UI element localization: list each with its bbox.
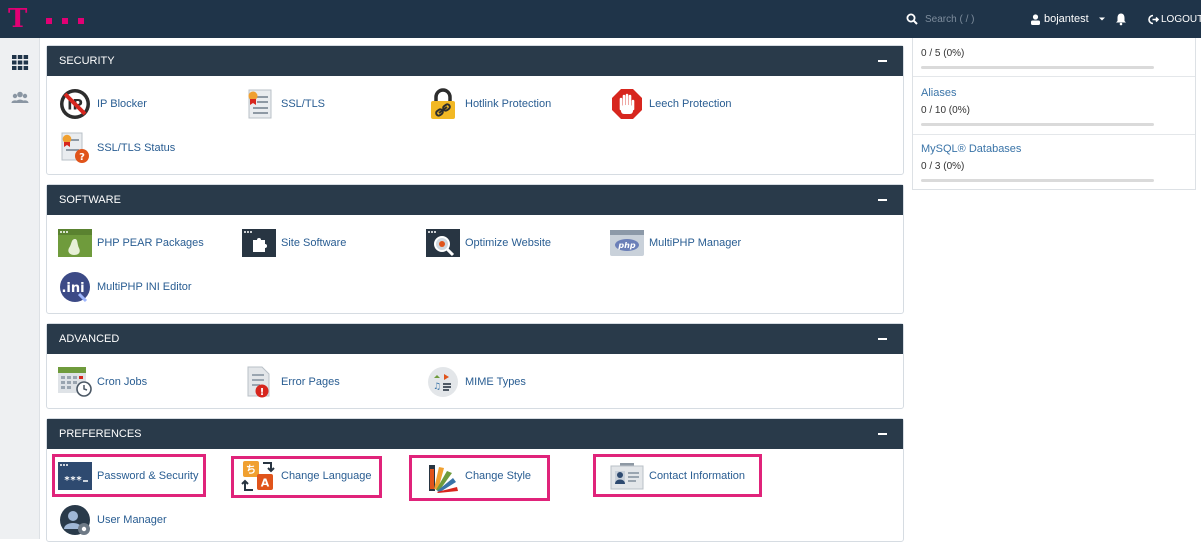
logo-dot xyxy=(62,18,68,24)
user-menu[interactable]: bojantest xyxy=(1030,0,1106,38)
item-label: MultiPHP Manager xyxy=(649,237,742,249)
ip-blocker-icon: IP xyxy=(55,86,95,122)
collapse-icon[interactable] xyxy=(878,199,887,201)
logout-button[interactable]: LOGOUT xyxy=(1148,0,1201,38)
group-title: SECURITY xyxy=(59,55,115,67)
certificate-status-icon: ? xyxy=(55,130,95,166)
hotlink-protection-link[interactable]: Hotlink Protection xyxy=(423,86,551,122)
ssl-tls-status-link[interactable]: ? SSL/TLS Status xyxy=(55,130,175,166)
item-label: Error Pages xyxy=(281,376,340,388)
group-header[interactable]: ADVANCED xyxy=(47,324,903,354)
svg-text:!: ! xyxy=(260,387,265,398)
svg-text:.ini: .ini xyxy=(61,281,84,296)
side-nav xyxy=(0,38,40,539)
stat-name[interactable]: MySQL® Databases xyxy=(921,143,1195,155)
divider xyxy=(913,134,1195,135)
users-icon[interactable] xyxy=(10,88,30,108)
logo-dot xyxy=(46,18,52,24)
puzzle-icon xyxy=(239,225,279,261)
certificate-icon xyxy=(239,86,279,122)
item-label: SSL/TLS xyxy=(281,98,326,110)
svg-text:php: php xyxy=(617,241,635,250)
software-group: SOFTWARE PHP PEAR Packages Site Software… xyxy=(46,184,904,314)
logo-dot xyxy=(78,18,84,24)
site-software-link[interactable]: Site Software xyxy=(239,225,346,261)
security-group: SECURITY IP IP Blocker SSL/TLS Hotlink P… xyxy=(46,45,904,175)
home-grid-icon[interactable] xyxy=(10,52,30,72)
error-page-icon: ! xyxy=(239,364,279,400)
leech-protection-link[interactable]: Leech Protection xyxy=(607,86,732,122)
highlight-box xyxy=(409,455,550,501)
divider xyxy=(913,76,1195,77)
group-title: PREFERENCES xyxy=(59,428,142,440)
optimize-website-link[interactable]: Optimize Website xyxy=(423,225,551,261)
multiphp-manager-link[interactable]: php MultiPHP Manager xyxy=(607,225,741,261)
item-label: Leech Protection xyxy=(649,98,732,110)
ini-editor-icon: .ini xyxy=(55,269,95,305)
telekom-t-icon: T xyxy=(8,4,28,34)
username-label: bojantest xyxy=(1044,13,1089,25)
stat-name[interactable]: Aliases xyxy=(921,87,1195,99)
magnifier-window-icon xyxy=(423,225,463,261)
group-title: ADVANCED xyxy=(59,333,120,345)
stat-value: 0 / 3 (0%) xyxy=(921,161,965,172)
caret-down-icon xyxy=(1098,17,1105,21)
pear-icon xyxy=(55,225,95,261)
php-pear-packages-link[interactable]: PHP PEAR Packages xyxy=(55,225,204,261)
bell-icon[interactable] xyxy=(1114,12,1128,26)
cron-jobs-link[interactable]: Cron Jobs xyxy=(55,364,147,400)
highlight-box xyxy=(593,454,762,497)
item-label: Cron Jobs xyxy=(97,376,148,388)
advanced-group: ADVANCED Cron Jobs ! Error Pages ♫ MIME … xyxy=(46,323,904,409)
logout-label: LOGOUT xyxy=(1161,13,1201,25)
calendar-clock-icon xyxy=(55,364,95,400)
item-label: IP Blocker xyxy=(97,98,147,110)
search-icon xyxy=(906,13,918,25)
stat-value: 0 / 5 (0%) xyxy=(921,48,965,59)
search-input[interactable]: Search ( / ) xyxy=(925,14,974,25)
item-label: Site Software xyxy=(281,237,347,249)
stop-hand-icon xyxy=(607,86,647,122)
highlight-box xyxy=(231,456,382,498)
user-icon xyxy=(1031,13,1040,25)
group-header[interactable]: SOFTWARE xyxy=(47,185,903,215)
item-label: Hotlink Protection xyxy=(465,98,552,110)
item-label: Optimize Website xyxy=(465,237,551,249)
group-title: SOFTWARE xyxy=(59,194,121,206)
mime-types-link[interactable]: ♫ MIME Types xyxy=(423,364,526,400)
stat-item: 0 / 5 (0%) xyxy=(913,48,1195,69)
stats-panel: 0 / 5 (0%) Aliases 0 / 10 (0%) MySQL® Da… xyxy=(912,38,1196,190)
group-header[interactable]: SECURITY xyxy=(47,46,903,76)
ip-blocker-link[interactable]: IP IP Blocker xyxy=(55,86,147,122)
highlight-box xyxy=(52,454,206,497)
padlock-link-icon xyxy=(423,86,463,122)
user-manager-icon xyxy=(55,502,95,538)
svg-text:♫: ♫ xyxy=(433,382,441,392)
item-label: MIME Types xyxy=(465,376,526,388)
ssl-tls-link[interactable]: SSL/TLS xyxy=(239,86,325,122)
svg-text:?: ? xyxy=(79,152,85,163)
collapse-icon[interactable] xyxy=(878,338,887,340)
usage-bar xyxy=(921,179,1154,182)
stat-value: 0 / 10 (0%) xyxy=(921,105,970,116)
error-pages-link[interactable]: ! Error Pages xyxy=(239,364,340,400)
group-header[interactable]: PREFERENCES xyxy=(47,419,903,449)
collapse-icon[interactable] xyxy=(878,433,887,435)
usage-bar xyxy=(921,123,1154,126)
usage-bar xyxy=(921,66,1154,69)
item-label: PHP PEAR Packages xyxy=(97,237,204,249)
user-manager-link[interactable]: User Manager xyxy=(55,502,167,538)
item-label: User Manager xyxy=(97,514,167,526)
stat-item[interactable]: Aliases 0 / 10 (0%) xyxy=(913,87,1195,126)
search-box[interactable]: Search ( / ) xyxy=(906,0,1018,38)
mime-types-icon: ♫ xyxy=(423,364,463,400)
item-label: MultiPHP INI Editor xyxy=(97,281,192,293)
multiphp-ini-editor-link[interactable]: .ini MultiPHP INI Editor xyxy=(55,269,192,305)
php-icon: php xyxy=(607,225,647,261)
item-label: SSL/TLS Status xyxy=(97,142,176,154)
top-bar: T Search ( / ) bojantest LOGOUT xyxy=(0,0,1201,38)
stat-item[interactable]: MySQL® Databases 0 / 3 (0%) xyxy=(913,143,1195,182)
collapse-icon[interactable] xyxy=(878,60,887,62)
logout-icon xyxy=(1148,14,1159,24)
